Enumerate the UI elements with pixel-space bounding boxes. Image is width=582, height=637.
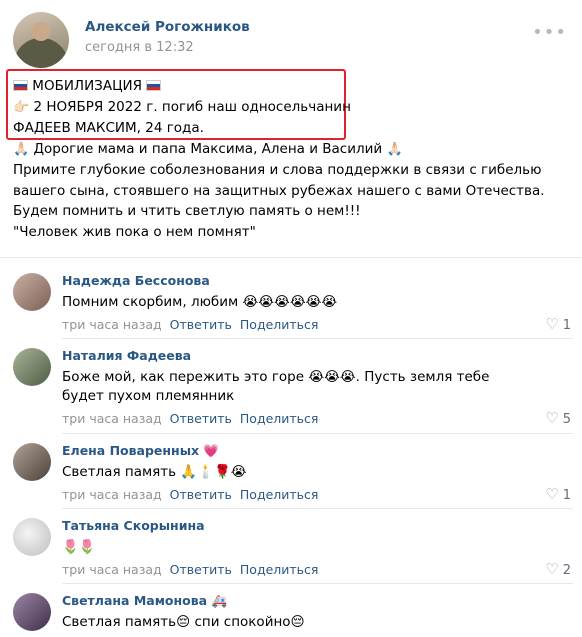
avatar[interactable]: [13, 593, 51, 631]
like-button[interactable]: ♡ 1: [545, 315, 571, 333]
like-count: 2: [562, 563, 571, 578]
reply-button[interactable]: Ответить: [170, 411, 232, 426]
author-name[interactable]: Алексей Рогожников: [85, 19, 250, 35]
post-time[interactable]: сегодня в 12:32: [85, 40, 194, 55]
comment-text: Помним скорбим, любим 😭😭😭😭😭😭: [62, 294, 338, 310]
comment-time[interactable]: три часа назад: [62, 411, 162, 426]
comment-time[interactable]: три часа назад: [62, 317, 162, 332]
post-line-5: Примите глубокие соболезнования и слова …: [13, 162, 545, 219]
post-line-1: МОБИЛИЗАЦИЯ: [13, 76, 573, 97]
share-button[interactable]: Поделиться: [240, 487, 319, 502]
post-header: Алексей Рогожников сегодня в 12:32 •••: [13, 12, 569, 68]
like-button[interactable]: ♡ 1: [545, 485, 571, 503]
mobilization-title: МОБИЛИЗАЦИЯ: [32, 78, 143, 94]
comment-meta: три часа назад Ответить Поделиться: [62, 317, 318, 332]
praying-hands-icon: 🙏🏻: [386, 141, 403, 157]
share-button[interactable]: Поделиться: [240, 411, 319, 426]
like-button[interactable]: ♡ 5: [545, 409, 571, 427]
comment-time[interactable]: три часа назад: [62, 487, 162, 502]
heart-icon: ♡: [545, 485, 559, 503]
comment-meta: три часа назад Ответить Поделиться: [62, 487, 318, 502]
heart-icon: ♡: [545, 560, 559, 578]
comment-meta: три часа назад Ответить Поделиться: [62, 411, 318, 426]
author-avatar[interactable]: [13, 12, 69, 68]
heart-icon: ♡: [545, 409, 559, 427]
comment-text: 🌷🌷: [62, 539, 96, 555]
post-line-2: 👉🏻 2 НОЯБРЯ 2022 г. погиб наш односельча…: [13, 97, 573, 119]
post-line-3: ФАДЕЕВ МАКСИМ, 24 года.: [13, 120, 204, 136]
ambulance-emoji-icon: 🚑: [211, 593, 228, 608]
avatar[interactable]: [13, 273, 51, 311]
avatar[interactable]: [13, 348, 51, 386]
share-button[interactable]: Поделиться: [240, 317, 319, 332]
divider: [0, 257, 582, 258]
comment-author[interactable]: Татьяна Скорынина: [62, 518, 205, 533]
comment: Елена Поваренных 💗 Светлая память 🙏🕯️🌹😭 …: [13, 443, 573, 513]
avatar[interactable]: [13, 443, 51, 481]
post-text: МОБИЛИЗАЦИЯ 👉🏻 2 НОЯБРЯ 2022 г. погиб на…: [13, 76, 573, 242]
comment-text: Светлая память😔 спи спокойно😔: [62, 614, 305, 630]
comment-author[interactable]: Светлана Мамонова 🚑: [62, 593, 227, 609]
praying-hands-icon: 🙏🏻: [13, 141, 30, 157]
comment: Светлана Мамонова 🚑 Светлая память😔 спи …: [13, 593, 573, 637]
comment-author[interactable]: Елена Поваренных 💗: [62, 443, 219, 459]
like-button[interactable]: ♡ 2: [545, 560, 571, 578]
comment-divider: [62, 583, 573, 584]
share-button[interactable]: Поделиться: [240, 562, 319, 577]
comment-author[interactable]: Наталия Фадеева: [62, 348, 191, 363]
comment: Наталия Фадеева Боже мой, как пережить э…: [13, 348, 573, 434]
comment-author[interactable]: Надежда Бессонова: [62, 273, 210, 288]
like-count: 1: [562, 318, 571, 333]
like-count: 1: [562, 488, 571, 503]
comment-text: Светлая память 🙏🕯️🌹😭: [62, 464, 247, 480]
post-line-4: 🙏🏻 Дорогие мама и папа Максима, Алена и …: [13, 139, 573, 161]
comment: Татьяна Скорынина 🌷🌷 три часа назад Ответ…: [13, 518, 573, 588]
heart-emoji-icon: 💗: [203, 443, 219, 458]
russia-flag-icon: [13, 80, 28, 91]
comment-text: Боже мой, как пережить это горе 😭😭😭. Пус…: [62, 369, 490, 404]
pointing-hand-icon: 👉🏻: [13, 99, 30, 115]
comment-divider: [62, 433, 573, 434]
comment-divider: [62, 338, 573, 339]
russia-flag-icon: [146, 80, 162, 91]
avatar[interactable]: [13, 518, 51, 556]
post-line-6: "Человек жив пока о нем помнят": [13, 223, 256, 240]
reply-button[interactable]: Ответить: [170, 317, 232, 332]
comment-meta: три часа назад Ответить Поделиться: [62, 562, 318, 577]
comment: Надежда Бессонова Помним скорбим, любим …: [13, 273, 573, 343]
comment-divider: [62, 508, 573, 509]
more-dots-icon[interactable]: •••: [532, 24, 567, 42]
reply-button[interactable]: Ответить: [170, 487, 232, 502]
heart-icon: ♡: [545, 315, 559, 333]
like-count: 5: [562, 412, 571, 427]
reply-button[interactable]: Ответить: [170, 562, 232, 577]
comment-time[interactable]: три часа назад: [62, 562, 162, 577]
